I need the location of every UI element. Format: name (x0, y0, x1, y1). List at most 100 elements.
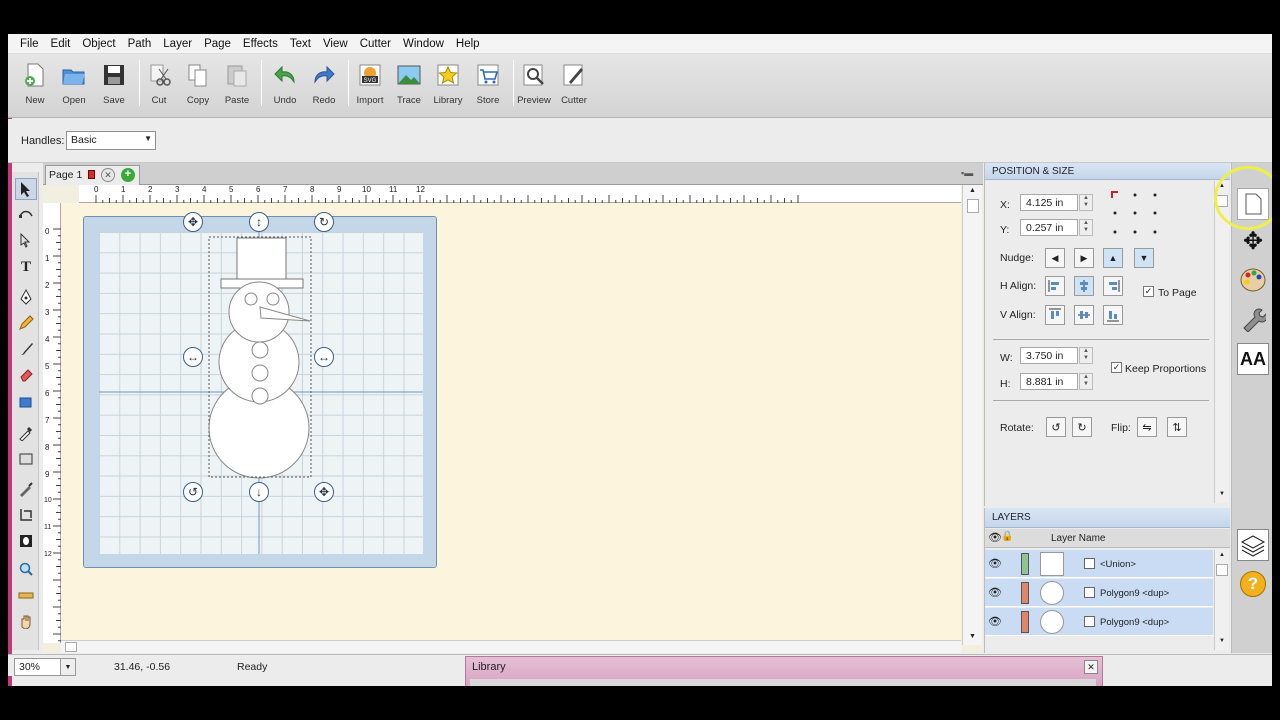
nudge-down-button[interactable]: ▼ (1134, 248, 1154, 268)
reference-point-grid[interactable] (1111, 191, 1159, 237)
scroll-down-icon[interactable]: ▼ (1219, 638, 1225, 644)
align-middle-v-button[interactable] (1074, 305, 1094, 325)
tab-menu-icon[interactable]: ▪▬ (961, 168, 973, 178)
scroll-down-icon[interactable]: ▼ (1219, 491, 1225, 497)
redo-button[interactable]: Redo (305, 58, 343, 108)
edit-points-tool[interactable] (15, 204, 37, 226)
align-bottom-button[interactable] (1103, 305, 1123, 325)
menu-view[interactable]: View (317, 38, 354, 50)
open-button[interactable]: Open (55, 58, 93, 108)
keep-proportions-checkbox[interactable]: ✓ (1111, 362, 1122, 373)
horizontal-scroll-thumb[interactable] (65, 642, 77, 652)
fill-stroke-button[interactable] (1237, 264, 1269, 296)
trace-button[interactable]: Trace (390, 58, 428, 108)
pencil-tool[interactable] (15, 312, 37, 334)
resize-corner-handle-icon[interactable]: ✥ (314, 482, 334, 502)
visibility-eye-icon[interactable]: 👁 (988, 615, 1002, 628)
menu-page[interactable]: Page (198, 38, 237, 50)
zoom-tool[interactable] (15, 558, 37, 580)
eraser-tool[interactable] (15, 364, 37, 386)
measure-tool[interactable] (15, 584, 37, 606)
flip-vertical-button[interactable]: ⇅ (1167, 417, 1187, 437)
help-button[interactable]: ? (1237, 568, 1269, 600)
panel-scrollbar[interactable]: ▲ ▼ (1214, 181, 1229, 503)
height-input[interactable]: 8.881 in (1020, 373, 1078, 390)
text-settings-button[interactable]: AA (1237, 343, 1269, 375)
preview-button[interactable]: Preview (515, 58, 553, 108)
menu-edit[interactable]: Edit (45, 38, 77, 50)
save-button[interactable]: Save (95, 58, 133, 108)
scroll-down-icon[interactable]: ▼ (969, 633, 976, 640)
rotate-top-right-handle-icon[interactable]: ↻ (314, 212, 334, 232)
layer-row[interactable]: 👁 <Union> (985, 550, 1213, 578)
rotate-bottom-left-handle-icon[interactable]: ↺ (183, 482, 203, 502)
fill-tool[interactable] (15, 448, 37, 470)
menu-layer[interactable]: Layer (157, 38, 198, 50)
scroll-up-icon[interactable]: ▲ (1219, 552, 1225, 558)
cut-button[interactable]: Cut (140, 58, 178, 108)
nudge-left-button[interactable]: ◀ (1045, 248, 1065, 268)
page-tab[interactable]: Page 1 ✕ + (45, 165, 140, 185)
copy-button[interactable]: Copy (179, 58, 217, 108)
menu-text[interactable]: Text (284, 38, 317, 50)
layers-button[interactable] (1237, 529, 1269, 561)
resize-right-handle-icon[interactable]: ↔ (314, 347, 334, 367)
undo-button[interactable]: Undo (266, 58, 304, 108)
crop-tool[interactable] (15, 504, 37, 526)
visibility-eye-icon[interactable]: 👁 (988, 557, 1002, 570)
resize-bottom-handle-icon[interactable]: ↓ (249, 482, 269, 502)
tools-settings-button[interactable] (1237, 303, 1269, 335)
pan-tool[interactable] (15, 610, 37, 632)
nudge-up-button[interactable]: ▲ (1103, 248, 1123, 268)
knife-tool[interactable] (15, 478, 37, 500)
move-handle-icon[interactable]: ✥ (183, 212, 203, 232)
rotate-ccw-button[interactable]: ↺ (1046, 417, 1066, 437)
scroll-up-icon[interactable]: ▲ (969, 187, 976, 194)
drawing-canvas[interactable]: ✥ ↕ ↻ ↔ ↔ ↺ ↓ ✥ (61, 203, 961, 640)
horizontal-scrollbar[interactable] (61, 640, 961, 653)
visibility-eye-icon[interactable]: 👁 (988, 586, 1002, 599)
menu-help[interactable]: Help (450, 38, 486, 50)
flip-horizontal-button[interactable]: ⇋ (1137, 417, 1157, 437)
menu-effects[interactable]: Effects (237, 38, 284, 50)
y-spinner[interactable]: ▲ ▼ (1079, 219, 1093, 236)
add-page-icon[interactable]: + (121, 168, 135, 182)
resize-left-handle-icon[interactable]: ↔ (183, 347, 203, 367)
x-spinner[interactable]: ▲ ▼ (1079, 194, 1093, 211)
layer-row[interactable]: 👁 Polygon9 <dup> (985, 579, 1213, 607)
pen-tool[interactable] (15, 286, 37, 308)
y-input[interactable]: 0.257 in (1020, 219, 1078, 236)
to-page-checkbox[interactable]: ✓ (1143, 286, 1154, 297)
brush-tool[interactable] (15, 338, 37, 360)
align-top-button[interactable] (1045, 305, 1065, 325)
align-right-button[interactable] (1103, 276, 1123, 296)
close-icon[interactable]: ✕ (1084, 660, 1098, 674)
align-left-button[interactable] (1045, 276, 1065, 296)
zoom-dropdown-button[interactable]: ▼ (60, 658, 76, 676)
width-spinner[interactable]: ▲ ▼ (1079, 347, 1093, 364)
select-tool[interactable] (15, 178, 37, 200)
menu-cutter[interactable]: Cutter (354, 38, 397, 50)
vertical-scrollbar[interactable]: ▲ ▼ (962, 185, 982, 645)
cutter-button[interactable]: Cutter (555, 58, 593, 108)
paste-button[interactable]: Paste (218, 58, 256, 108)
layer-row[interactable]: 👁 Polygon9 <dup> (985, 608, 1213, 636)
height-spinner[interactable]: ▲ ▼ (1079, 373, 1093, 390)
nudge-right-button[interactable]: ▶ (1074, 248, 1094, 268)
layers-scroll-thumb[interactable] (1216, 564, 1228, 576)
handles-select[interactable]: Basic ▼ (66, 131, 156, 150)
menu-window[interactable]: Window (397, 38, 450, 50)
close-page-icon[interactable]: ✕ (101, 168, 115, 182)
eyedropper-tool[interactable] (15, 422, 37, 444)
shape-tool[interactable] (15, 392, 37, 414)
resize-top-handle-icon[interactable]: ↕ (249, 212, 269, 232)
import-button[interactable]: SVG Import (351, 58, 389, 108)
library-button[interactable]: Library (429, 58, 467, 108)
rotate-cw-button[interactable]: ↻ (1072, 417, 1092, 437)
new-button[interactable]: New (16, 58, 54, 108)
store-button[interactable]: Store (469, 58, 507, 108)
x-input[interactable]: 4.125 in (1020, 194, 1078, 211)
position-size-button[interactable]: ✥ (1237, 225, 1269, 257)
vertical-scroll-thumb[interactable] (967, 199, 979, 213)
layers-scrollbar[interactable]: ▲ ▼ (1214, 550, 1229, 650)
